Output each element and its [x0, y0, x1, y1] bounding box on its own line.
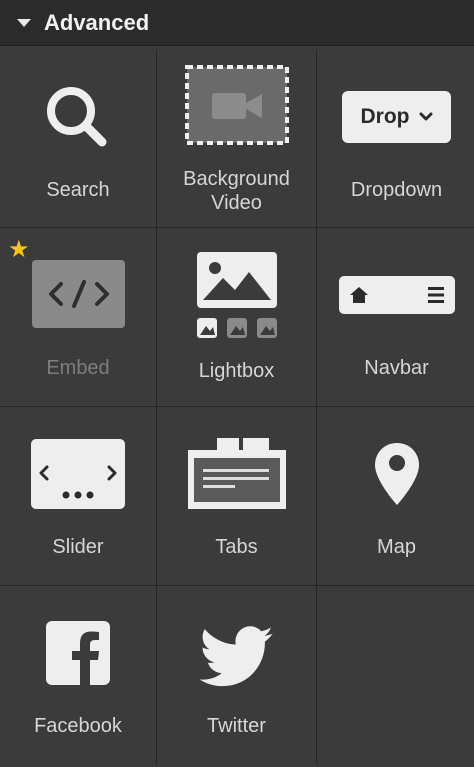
dropdown-icon: Drop — [342, 91, 451, 143]
section-header-advanced[interactable]: Advanced — [0, 0, 474, 46]
element-label: Tabs — [215, 536, 258, 558]
embed-code-icon — [32, 260, 125, 328]
empty-cell — [317, 586, 474, 767]
map-pin-icon — [374, 443, 419, 505]
element-label: Navbar — [364, 357, 429, 379]
element-label: Search — [46, 179, 110, 201]
caret-down-icon — [17, 18, 31, 27]
dropdown-button-text: Drop — [360, 105, 410, 128]
element-label: Embed — [46, 357, 110, 379]
tabs-icon — [187, 438, 286, 509]
element-lightbox[interactable]: Lightbox — [157, 228, 316, 406]
lightbox-icon — [196, 252, 277, 338]
element-embed[interactable]: ★ Embed — [0, 228, 156, 406]
element-label-line1: Background — [183, 168, 290, 190]
element-facebook[interactable]: Facebook — [0, 586, 156, 767]
element-tabs[interactable]: Tabs — [157, 407, 316, 585]
element-label: Lightbox — [198, 360, 275, 382]
code-icon — [48, 280, 109, 308]
element-label: Map — [377, 536, 416, 558]
element-map[interactable]: Map — [317, 407, 474, 585]
element-navbar[interactable]: Navbar — [317, 228, 474, 406]
element-twitter[interactable]: Twitter — [157, 586, 316, 767]
element-label-line2: Video — [211, 192, 262, 214]
facebook-icon — [46, 621, 110, 685]
twitter-icon — [198, 626, 273, 687]
navbar-icon — [338, 276, 455, 314]
slider-icon — [31, 439, 125, 509]
element-slider[interactable]: Slider — [0, 407, 156, 585]
element-label: Twitter — [207, 715, 266, 737]
background-video-icon — [184, 65, 289, 145]
elements-grid: Search Background Video Drop Dropdown ★ — [0, 50, 474, 767]
element-label: Slider — [52, 536, 104, 558]
element-label: Facebook — [34, 715, 122, 737]
element-dropdown[interactable]: Drop Dropdown — [317, 50, 474, 227]
search-icon — [47, 87, 107, 147]
chevron-down-icon — [419, 112, 432, 121]
star-icon: ★ — [8, 236, 30, 263]
element-background-video[interactable]: Background Video — [157, 50, 316, 227]
section-title: Advanced — [44, 9, 150, 35]
element-search[interactable]: Search — [0, 50, 156, 227]
element-label: Dropdown — [350, 179, 443, 201]
